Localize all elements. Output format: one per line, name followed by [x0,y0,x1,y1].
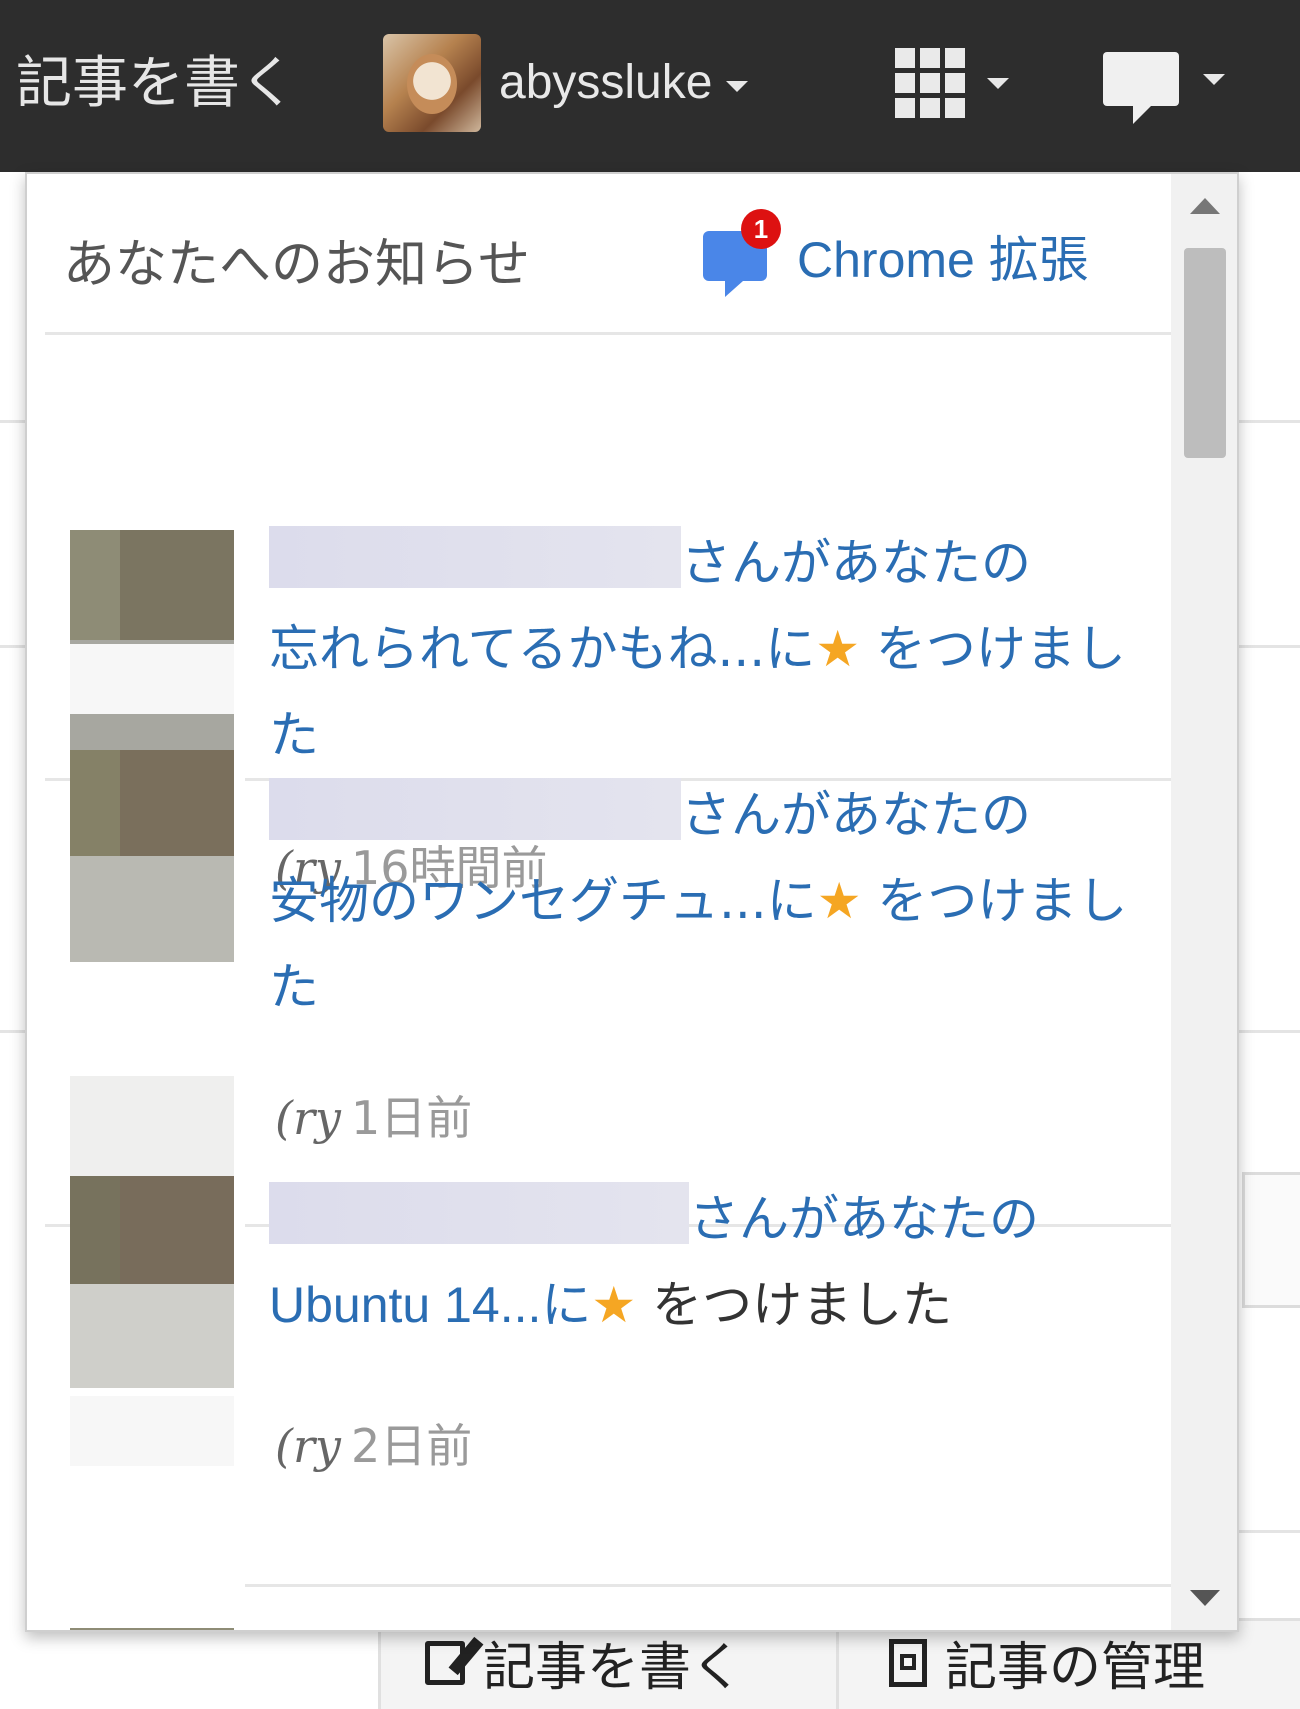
apps-menu[interactable] [895,48,1009,118]
scrollbar-thumb[interactable] [1184,248,1226,458]
notifications-dropdown: あなたへのお知らせ 1 Chrome 拡張 さんがあなたの 忘れられてるかもね.… [25,172,1239,1632]
user-menu[interactable]: abyssluke [383,33,749,133]
article-link[interactable]: 安物のワンセグチュ... [269,872,767,930]
timestamp: (ry 2日前 [275,1419,473,1473]
star-icon: ★ [591,1276,637,1334]
divider [836,1621,839,1709]
chat-icon: 1 [703,209,781,297]
user-thumbnail[interactable] [70,1176,234,1388]
chevron-down-icon[interactable] [726,80,749,92]
top-navbar: 記事を書く abyssluke [0,0,1300,172]
document-icon [889,1638,927,1687]
tab-manage-articles[interactable]: 記事の管理 [889,1625,1205,1700]
star-icon: ★ [816,872,862,930]
scroll-down-arrow-icon[interactable] [1190,1590,1220,1606]
source-label: (ry [275,1091,341,1145]
notification-text[interactable]: さんがあなたの 忘れられてるかもね...に★ をつけました [269,520,1139,778]
divider [245,1584,1179,1587]
chevron-down-icon[interactable] [987,77,1009,89]
chevron-down-icon[interactable] [1203,73,1225,85]
article-link[interactable]: 忘れられてるかもね... [269,620,765,678]
tab-write-label: 記事を書く [483,1638,744,1698]
notification-count-badge: 1 [741,209,781,249]
timestamp: (ry 1日前 [275,1091,473,1145]
user-thumbnail[interactable] [70,750,234,962]
notifications-header: あなたへのお知らせ 1 Chrome 拡張 [27,174,1171,334]
redacted-username[interactable] [269,526,681,588]
notification-text[interactable]: さんがあなたの Ubuntu 14...に★ をつけました [269,1176,1139,1348]
notification-text[interactable]: さんがあなたの 安物のワンセグチュ...に★ をつけました [269,772,1139,1030]
speech-bubble-icon[interactable] [1103,52,1179,124]
grid-icon[interactable] [895,48,965,118]
tab-write-article[interactable]: 記事を書く [425,1625,743,1700]
redacted-username[interactable] [269,778,681,840]
tab-manage-label: 記事の管理 [945,1638,1206,1698]
notifications-menu[interactable] [1103,52,1225,124]
write-article-link[interactable]: 記事を書く [16,44,296,124]
thumbnail-shadow [70,1396,234,1466]
thumbnail-shadow [70,644,234,714]
chrome-extension-link[interactable]: 1 Chrome 拡張 [703,209,1089,297]
user-thumbnail[interactable] [70,530,234,750]
chrome-extension-label[interactable]: Chrome 拡張 [797,220,1089,292]
scrollbar[interactable] [1171,174,1237,1630]
article-link[interactable]: Ubuntu 14... [269,1277,541,1333]
scroll-up-arrow-icon[interactable] [1190,198,1220,214]
background-box [1242,1172,1300,1308]
avatar[interactable] [383,34,481,132]
star-icon: ★ [815,620,861,678]
username[interactable]: abyssluke [499,43,712,123]
redacted-username[interactable] [269,1182,689,1244]
edit-icon [425,1640,465,1685]
notifications-title: あなたへのお知らせ [63,235,530,295]
source-label: (ry [275,1419,341,1473]
thumbnail-shadow [70,1076,234,1176]
